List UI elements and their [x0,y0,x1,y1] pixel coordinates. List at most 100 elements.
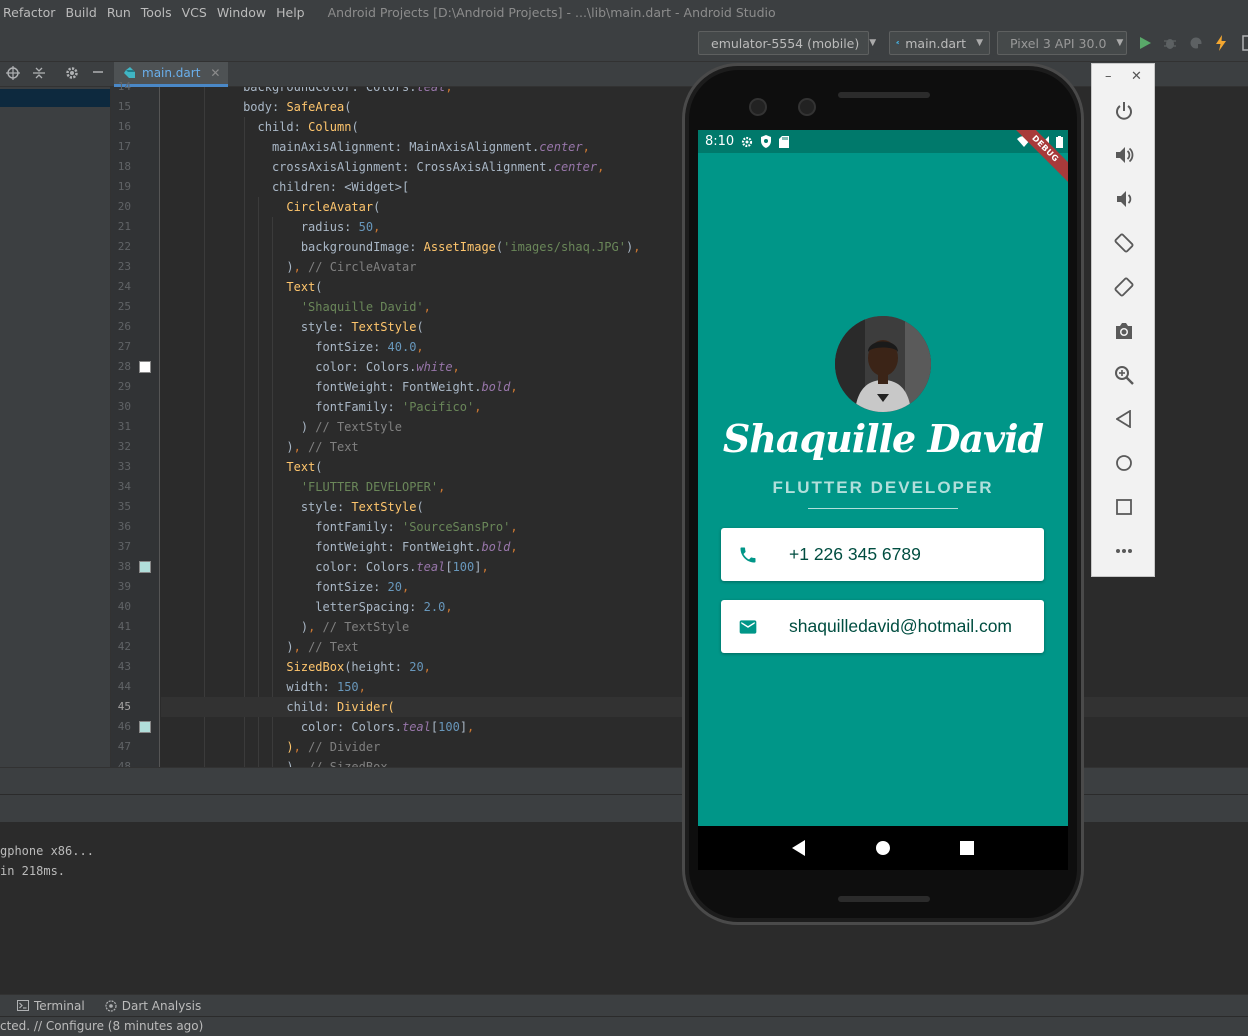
device-manager-button[interactable] [1238,34,1248,52]
device-selector[interactable]: emulator-5554 (mobile) ▼ [698,31,876,55]
settings-button[interactable] [64,66,80,82]
run-button[interactable] [1136,34,1154,52]
line-number: 30 [117,400,131,413]
minimize-icon[interactable]: – [1105,69,1112,84]
zoom-button[interactable] [1112,363,1136,387]
line-number: 47 [117,740,131,753]
window-title: Android Projects [D:\Android Projects] -… [327,4,776,20]
power-button[interactable] [1112,99,1136,123]
phone-number: +1 226 345 6789 [789,544,921,564]
settings-notification-icon [742,136,753,147]
crosshair-icon [6,66,20,80]
phone-screen[interactable]: 8:10 DEBUG Shaquille David FLUTTER DEVEL… [698,130,1068,870]
back-nav-icon[interactable] [792,840,806,856]
profile-button[interactable] [1187,34,1205,52]
code-text: fontSize: 20, [315,580,410,594]
line-number: 21 [117,220,131,233]
close-icon[interactable]: ✕ [210,66,220,80]
line-number: 24 [117,280,131,293]
screenshot-button[interactable] [1112,319,1136,343]
avd-selector[interactable]: Pixel 3 API 30.0 ▼ [997,31,1127,55]
profile-name: Shaquille David [722,416,1044,461]
code-text: ), // CircleAvatar [286,260,417,274]
line-number: 39 [117,580,131,593]
hide-panel-button[interactable] [90,66,106,82]
menu-bar: Refactor Build Run Tools VCS Window Help… [0,0,1248,24]
sd-card-icon [779,135,790,148]
code-text: letterSpacing: 2.0, [315,600,453,614]
power-icon [1116,102,1132,120]
recents-nav-icon[interactable] [959,841,974,855]
menu-help[interactable]: Help [271,5,310,20]
volume-up-button[interactable] [1112,143,1136,167]
code-text: mainAxisAlignment: MainAxisAlignment.cen… [271,140,590,154]
menu-refactor[interactable]: Refactor [0,5,60,20]
android-status-bar: 8:10 [698,130,1068,153]
tool-window-bar: Terminal Dart Analysis [0,994,1248,1016]
code-text: fontFamily: 'Pacifico', [315,400,482,414]
line-number: 28 [117,360,131,373]
code-text: ), // Text [286,440,359,454]
color-swatch-icon[interactable] [139,361,151,373]
console-line: gphone x86... [0,844,94,858]
line-number: 42 [117,640,131,653]
terminal-tool-button[interactable]: Terminal [17,999,85,1013]
debug-button[interactable] [1161,34,1179,52]
close-icon[interactable]: ✕ [1131,69,1142,84]
line-number: 34 [117,480,131,493]
volume-down-button[interactable] [1112,187,1136,211]
phone-card[interactable]: +1 226 345 6789 [721,528,1044,581]
line-number: 40 [117,600,131,613]
menu-build[interactable]: Build [60,5,101,20]
email-card[interactable]: shaquilledavid@hotmail.com [721,600,1044,653]
earpiece-speaker [838,92,930,98]
locate-button[interactable] [5,66,21,82]
avd-selector-label: Pixel 3 API 30.0 [1010,35,1107,51]
volume-up-icon [1116,147,1134,163]
overview-button[interactable] [1112,495,1136,519]
bug-icon [1164,39,1176,49]
line-number: 44 [117,680,131,693]
rotate-left-button[interactable] [1112,231,1136,255]
line-number: 19 [117,180,131,193]
code-text: CircleAvatar( [286,200,381,214]
run-config-label: main.dart [905,35,967,51]
rotate-right-button[interactable] [1112,275,1136,299]
project-selected-row[interactable] [0,89,110,107]
bottom-speaker [838,896,930,902]
menu-window[interactable]: Window [212,5,271,20]
code-text: fontWeight: FontWeight.bold, [315,540,518,554]
tab-label: main.dart [142,66,201,80]
battery-icon [1056,135,1063,148]
code-text: child: Divider( [286,700,395,714]
menu-vcs[interactable]: VCS [177,5,212,20]
device-selector-label: emulator-5554 (mobile) [711,35,860,51]
code-text: backgroundImage: AssetImage('images/shaq… [300,240,641,254]
collapse-all-button[interactable] [31,66,47,82]
zoom-icon [1115,366,1134,385]
back-button[interactable] [1112,407,1136,431]
run-config-selector[interactable]: main.dart ▼ [889,31,990,55]
code-text: 'FLUTTER DEVELOPER', [300,480,446,494]
status-text: cted. // Configure (8 minutes ago) [0,1019,204,1033]
more-button[interactable] [1112,539,1136,563]
rotate-left-icon [1114,233,1134,253]
code-text: ), // Text [286,640,359,654]
menu-run[interactable]: Run [102,5,136,20]
home-nav-icon[interactable] [875,840,891,856]
code-text: SizedBox(height: 20, [286,660,431,674]
hot-reload-button[interactable] [1212,34,1230,52]
code-text: ) // TextStyle [300,420,402,434]
color-swatch-icon[interactable] [139,561,151,573]
code-text: Text( [286,460,323,474]
dart-analysis-tool-button[interactable]: Dart Analysis [105,999,201,1013]
color-swatch-icon[interactable] [139,721,151,733]
tab-main-dart[interactable]: main.dart ✕ [114,62,229,87]
menu-tools[interactable]: Tools [136,5,177,20]
status-time: 8:10 [705,134,735,149]
play-icon [1140,37,1151,49]
line-number: 26 [117,320,131,333]
avatar [835,316,931,412]
line-number: 45 [117,700,131,713]
home-button[interactable] [1112,451,1136,475]
